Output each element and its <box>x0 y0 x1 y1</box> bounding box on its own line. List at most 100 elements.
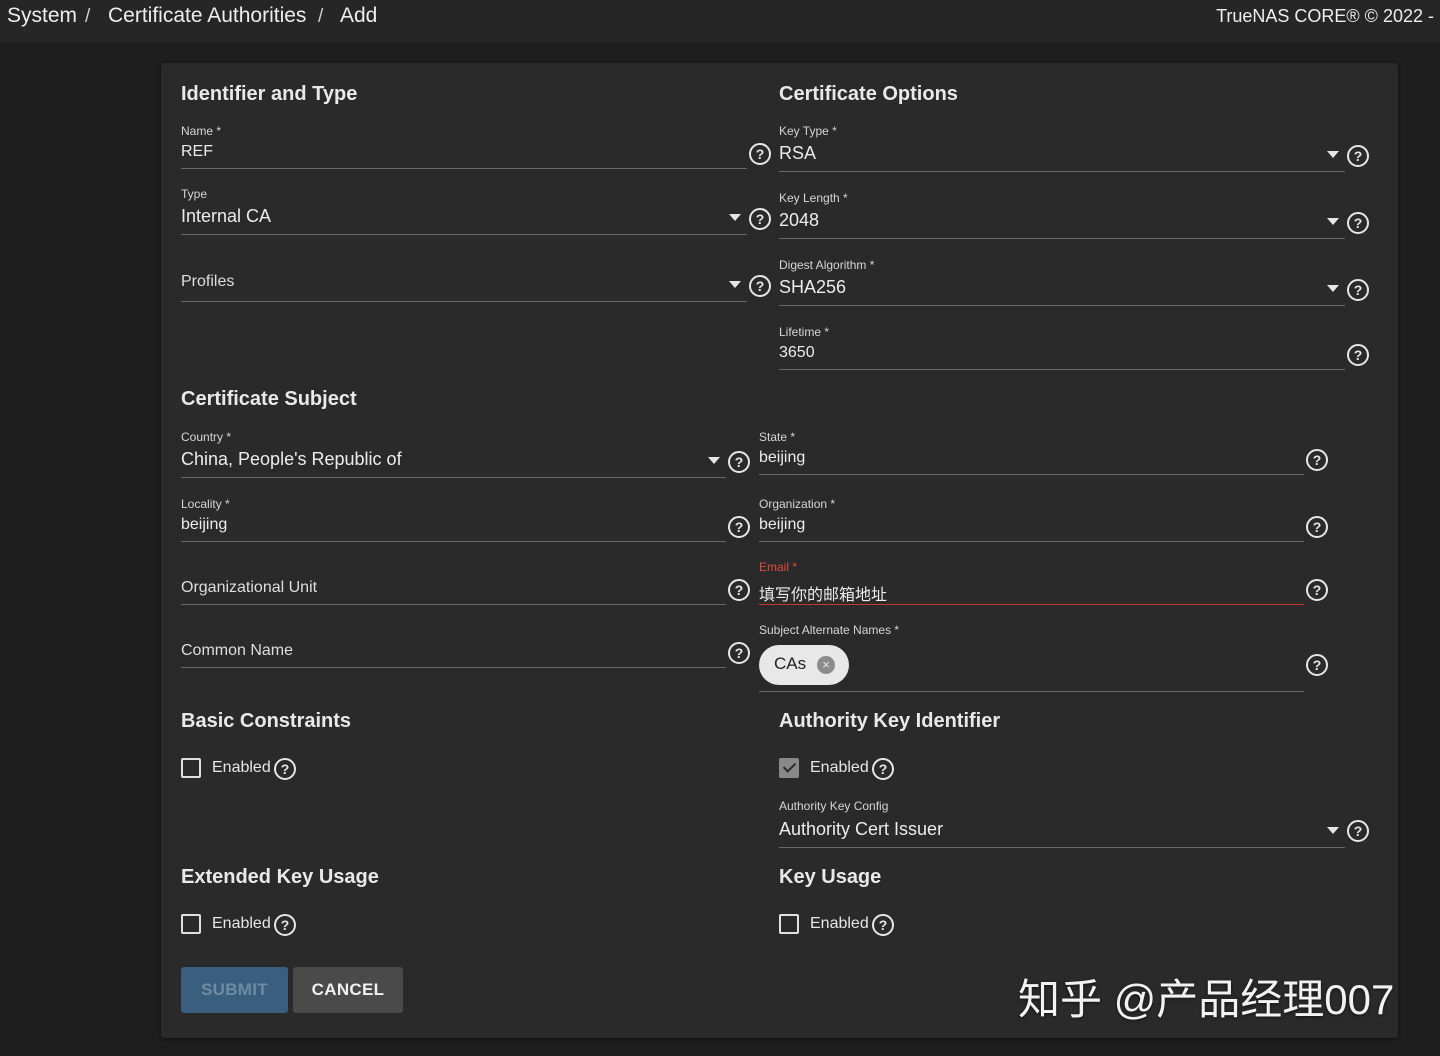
san-chip: CAs × <box>759 645 849 685</box>
breadcrumb-system[interactable]: System <box>7 4 77 28</box>
key-usage-help-icon[interactable]: ? <box>872 914 894 936</box>
name-help-icon[interactable]: ? <box>749 143 771 165</box>
organization-input[interactable]: beijing <box>759 516 805 534</box>
lifetime-underline <box>779 369 1345 370</box>
locality-underline <box>181 541 726 542</box>
country-help-icon[interactable]: ? <box>728 451 750 473</box>
add-ca-form-card: Identifier and Type Name * REF ? Type In… <box>161 63 1398 1038</box>
locality-help-icon[interactable]: ? <box>728 516 750 538</box>
state-help-icon[interactable]: ? <box>1306 449 1328 471</box>
chevron-down-icon[interactable] <box>1327 151 1339 158</box>
state-underline <box>759 474 1304 475</box>
authority-key-config-help-icon[interactable]: ? <box>1347 820 1369 842</box>
authority-key-config-underline <box>779 847 1345 848</box>
san-chip-label: CAs <box>774 654 807 673</box>
key-type-underline <box>779 171 1345 172</box>
basic-constraints-help-icon[interactable]: ? <box>274 758 296 780</box>
chevron-down-icon[interactable] <box>729 281 741 288</box>
key-length-help-icon[interactable]: ? <box>1347 212 1369 234</box>
digest-underline <box>779 305 1345 306</box>
organization-underline <box>759 541 1304 542</box>
key-length-label: Key Length * <box>779 191 848 205</box>
breadcrumb-certificate-authorities[interactable]: Certificate Authorities <box>108 4 306 28</box>
cancel-button[interactable]: CANCEL <box>293 967 403 1013</box>
key-type-label: Key Type * <box>779 124 837 138</box>
authority-key-config-label: Authority Key Config <box>779 799 889 813</box>
subject-section-title: Certificate Subject <box>181 388 357 410</box>
remove-chip-icon[interactable]: × <box>817 656 835 674</box>
basic-constraints-title: Basic Constraints <box>181 710 352 732</box>
chevron-down-icon[interactable] <box>729 214 741 221</box>
key-usage-enabled-label: Enabled <box>810 915 869 932</box>
common-name-help-icon[interactable]: ? <box>728 642 750 664</box>
chevron-down-icon[interactable] <box>1327 218 1339 225</box>
key-usage-title: Key Usage <box>779 866 882 888</box>
email-input[interactable]: 填写你的邮箱地址 <box>759 581 887 605</box>
authority-key-checkbox[interactable] <box>779 758 799 778</box>
type-select[interactable]: Internal CA <box>181 206 271 227</box>
key-type-help-icon[interactable]: ? <box>1347 145 1369 167</box>
san-help-icon[interactable]: ? <box>1306 654 1328 676</box>
top-bar: System / Certificate Authorities / Add T… <box>0 0 1440 42</box>
chevron-down-icon[interactable] <box>1327 285 1339 292</box>
authority-key-help-icon[interactable]: ? <box>872 758 894 780</box>
copyright-text: TrueNAS CORE® © 2022 - <box>1216 6 1434 26</box>
watermark-text: 知乎 @产品经理007 <box>1018 976 1395 1023</box>
extended-key-usage-help-icon[interactable]: ? <box>274 914 296 936</box>
key-length-select[interactable]: 2048 <box>779 210 819 231</box>
email-help-icon[interactable]: ? <box>1306 579 1328 601</box>
name-input[interactable]: REF <box>181 143 213 161</box>
lifetime-help-icon[interactable]: ? <box>1347 344 1369 366</box>
key-type-select[interactable]: RSA <box>779 143 816 164</box>
locality-label: Locality * <box>181 497 230 511</box>
chevron-down-icon[interactable] <box>1327 827 1339 834</box>
identifier-section-title: Identifier and Type <box>181 83 358 105</box>
basic-constraints-checkbox[interactable] <box>181 758 201 778</box>
locality-input[interactable]: beijing <box>181 516 227 534</box>
lifetime-input[interactable]: 3650 <box>779 344 815 362</box>
checkmark-icon <box>782 759 797 773</box>
digest-help-icon[interactable]: ? <box>1347 279 1369 301</box>
country-label: Country * <box>181 430 232 444</box>
digest-select[interactable]: SHA256 <box>779 277 846 298</box>
authority-key-title: Authority Key Identifier <box>779 710 1001 732</box>
organization-label: Organization * <box>759 497 836 511</box>
type-help-icon[interactable]: ? <box>749 208 771 230</box>
org-unit-help-icon[interactable]: ? <box>728 579 750 601</box>
email-label: Email * <box>759 560 798 574</box>
extended-key-usage-enabled-label: Enabled <box>212 915 271 932</box>
lifetime-label: Lifetime * <box>779 325 830 339</box>
name-label: Name * <box>181 124 222 138</box>
common-name-input[interactable]: Common Name <box>181 642 293 660</box>
chevron-down-icon[interactable] <box>708 457 720 464</box>
org-unit-underline <box>181 604 726 605</box>
authority-key-enabled-label: Enabled <box>810 759 869 776</box>
profiles-help-icon[interactable]: ? <box>749 275 771 297</box>
country-underline <box>181 477 726 478</box>
profiles-select[interactable]: Profiles <box>181 273 234 291</box>
country-select[interactable]: China, People's Republic of <box>181 449 402 470</box>
submit-button[interactable]: SUBMIT <box>181 967 288 1013</box>
breadcrumb-separator: / <box>318 6 324 27</box>
email-underline <box>759 604 1304 605</box>
san-label: Subject Alternate Names * <box>759 623 900 637</box>
type-underline <box>181 234 747 235</box>
state-input[interactable]: beijing <box>759 449 805 467</box>
profiles-underline <box>181 301 747 302</box>
organization-help-icon[interactable]: ? <box>1306 516 1328 538</box>
common-name-underline <box>181 667 726 668</box>
type-label: Type <box>181 187 208 201</box>
extended-key-usage-checkbox[interactable] <box>181 914 201 934</box>
authority-key-config-select[interactable]: Authority Cert Issuer <box>779 819 943 840</box>
digest-label: Digest Algorithm * <box>779 258 875 272</box>
options-section-title: Certificate Options <box>779 83 958 105</box>
name-underline <box>181 168 747 169</box>
san-underline <box>759 691 1304 692</box>
key-usage-checkbox[interactable] <box>779 914 799 934</box>
basic-constraints-enabled-label: Enabled <box>212 759 271 776</box>
breadcrumb-add: Add <box>340 4 378 27</box>
extended-key-usage-title: Extended Key Usage <box>181 866 379 888</box>
org-unit-input[interactable]: Organizational Unit <box>181 579 317 597</box>
state-label: State * <box>759 430 796 444</box>
breadcrumb-separator: / <box>85 6 91 27</box>
